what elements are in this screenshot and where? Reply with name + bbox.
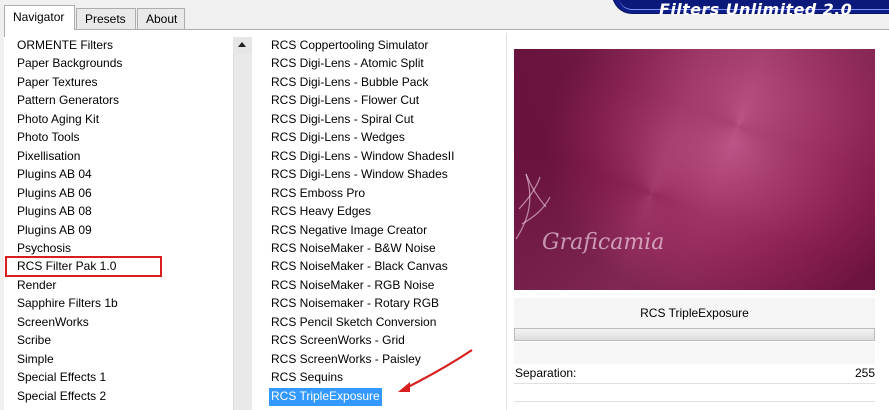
list-item[interactable]: Paper Textures [17,74,98,92]
divider [506,33,507,410]
watermark-text: Graficamia [542,230,664,255]
list-item[interactable]: RCS NoiseMaker - B&W Noise [271,240,436,258]
tab-about[interactable]: About [137,8,185,29]
list-item[interactable]: Simple [17,351,54,369]
app-banner: Filters Unlimited 2.0 [612,0,889,19]
param-row-empty [514,401,875,410]
category-list[interactable]: ORMENTE Filters Paper Backgrounds Paper Te… [4,37,231,410]
list-item[interactable]: RCS Emboss Pro [271,185,365,203]
list-item[interactable]: RCS Noisemaker - Rotary RGB [271,295,439,313]
list-item[interactable]: RCS Negative Image Creator [271,222,427,240]
param-separation[interactable]: Separation: 255 [514,364,875,384]
list-item[interactable]: RCS ScreenWorks - Grid [271,332,405,350]
list-item[interactable]: RCS Pencil Sketch Conversion [271,314,436,332]
annotation-arrow-icon [398,349,473,392]
list-item[interactable]: RCS Digi-Lens - Spiral Cut [271,111,414,129]
preview-image: Graficamia [514,49,875,290]
list-item[interactable]: Scribe [17,332,51,350]
list-item[interactable]: RCS Coppertooling Simulator [271,37,428,55]
tab-navigator[interactable]: Navigator [4,5,75,30]
list-item[interactable]: RCS Digi-Lens - Flower Cut [271,92,419,110]
watermark-logo: Graficamia [515,173,664,255]
app-title: Filters Unlimited 2.0 [659,0,853,19]
list-item[interactable]: Sapphire Filters 1b [17,295,118,313]
scroll-up-button[interactable] [233,37,252,54]
category-highlight-box [5,256,162,277]
category-scrollbar[interactable] [233,37,252,410]
progress-bar [514,328,875,341]
list-item[interactable]: ScreenWorks [17,314,89,332]
tab-presets[interactable]: Presets [76,8,136,29]
arrow-up-icon [238,42,246,47]
filter-title: RCS TripleExposure [514,298,875,328]
list-item[interactable]: Photo Aging Kit [17,111,99,129]
list-item[interactable]: Special Effects 2 [17,388,106,406]
selected-filter-item[interactable]: RCS TripleExposure [269,387,382,406]
list-item[interactable]: Photo Tools [17,129,80,147]
list-item[interactable]: Pixellisation [17,148,80,166]
list-item[interactable]: Plugins AB 09 [17,222,92,240]
list-item[interactable]: Plugins AB 08 [17,203,92,221]
list-item[interactable]: RCS NoiseMaker - RGB Noise [271,277,434,295]
list-item[interactable]: RCS NoiseMaker - Black Canvas [271,258,448,276]
param-label: Separation: [515,366,577,380]
param-value[interactable]: 255 [855,366,875,380]
list-item[interactable]: ORMENTE Filters [17,37,113,55]
list-item[interactable]: RCS Digi-Lens - Bubble Pack [271,74,428,92]
list-item[interactable]: Plugins AB 04 [17,166,92,184]
list-item[interactable]: Render [17,277,56,295]
list-item[interactable]: RCS Digi-Lens - Wedges [271,129,405,147]
list-item[interactable]: Paper Backgrounds [17,55,122,73]
list-item[interactable]: Special Effects 1 [17,369,106,387]
list-item[interactable]: RCS Digi-Lens - Atomic Split [271,55,424,73]
list-item[interactable]: RCS Digi-Lens - Window Shades [271,166,448,184]
list-item[interactable]: Pattern Generators [17,92,119,110]
list-item[interactable]: RCS Heavy Edges [271,203,371,221]
list-item[interactable]: RCS Digi-Lens - Window ShadesII [271,148,454,166]
list-item[interactable]: RCS Sequins [271,369,343,387]
list-item[interactable]: Plugins AB 06 [17,185,92,203]
